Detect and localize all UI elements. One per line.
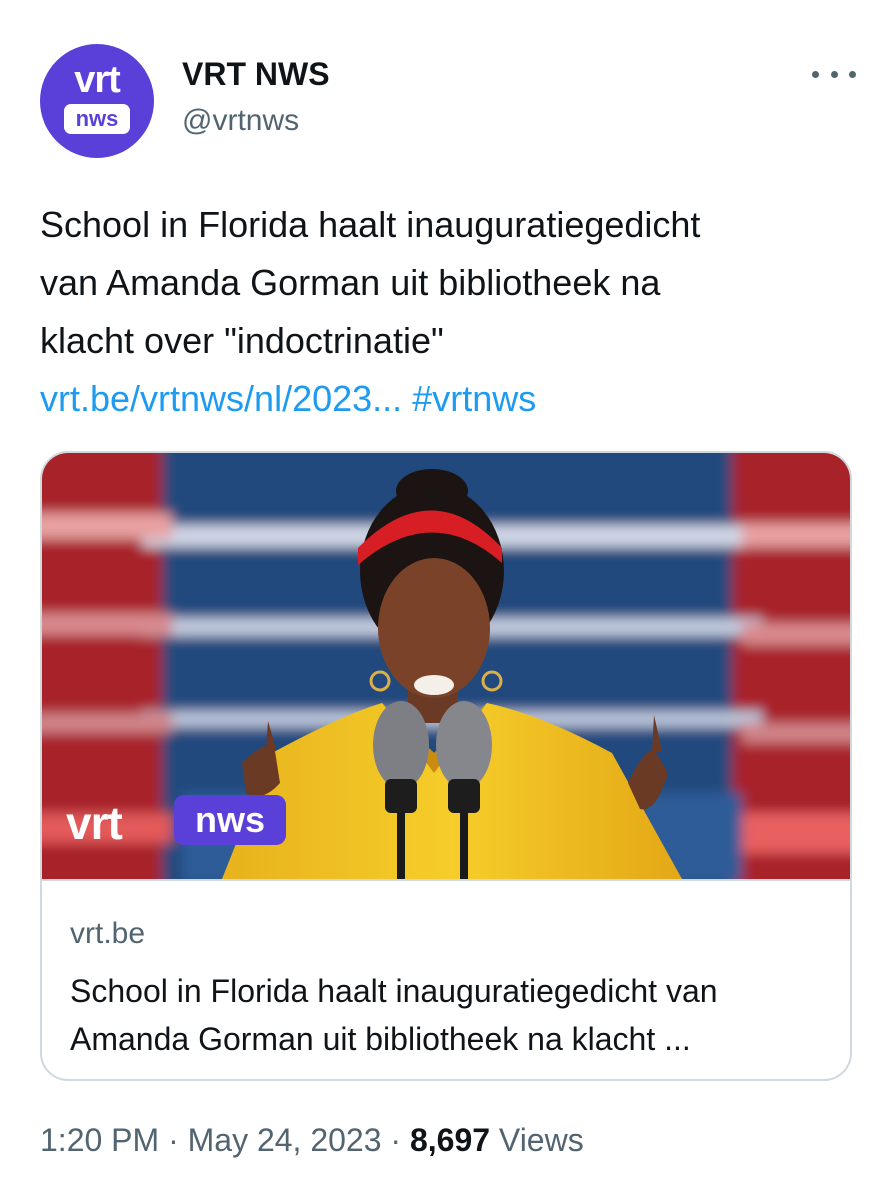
tweet: vrt nws VRT NWS @vrtnws School in Florid…: [0, 0, 894, 1200]
tweet-date[interactable]: May 24, 2023: [188, 1122, 382, 1158]
tweet-text-line: klacht over "indoctrinatie": [40, 320, 444, 361]
avatar[interactable]: vrt nws: [40, 44, 154, 158]
meta-separator: ·: [381, 1122, 410, 1158]
display-name[interactable]: VRT NWS: [182, 56, 330, 92]
card-photo: vrt nws: [42, 453, 850, 879]
vrt-nws-watermark: vrt nws: [66, 795, 286, 849]
tweet-text: School in Florida haalt inauguratiegedic…: [40, 196, 860, 428]
article-link[interactable]: vrt.be/vrtnws/nl/2023...: [40, 378, 402, 419]
views-count: 8,697: [409, 1122, 491, 1158]
card-title-line: School in Florida haalt inauguratiegedic…: [70, 973, 718, 1009]
more-options-icon[interactable]: [812, 62, 856, 86]
card-info[interactable]: vrt.be School in Florida haalt inaugurat…: [42, 879, 850, 1079]
tweet-text-line: van Amanda Gorman uit bibliotheek na: [40, 262, 661, 303]
card-image[interactable]: vrt nws: [42, 453, 850, 879]
tweet-text-line: School in Florida haalt inauguratiegedic…: [40, 204, 701, 245]
link-card[interactable]: vrt nws vrt.be School in Florida haalt i…: [40, 451, 852, 1081]
avatar-logo-vrt: vrt: [74, 59, 121, 101]
watermark-nws-text: nws: [195, 799, 265, 840]
hashtag-link[interactable]: #vrtnws: [412, 378, 536, 419]
tweet-links-line: vrt.be/vrtnws/nl/2023... #vrtnws: [40, 370, 860, 428]
card-title-line: Amanda Gorman uit bibliotheek na klacht …: [70, 1021, 691, 1057]
avatar-logo-nws: nws: [64, 104, 130, 134]
watermark-vrt-text: vrt: [66, 797, 122, 849]
card-domain: vrt.be: [70, 917, 146, 950]
views-label: Views: [498, 1122, 584, 1158]
more-dot: [830, 70, 838, 78]
meta-separator: ·: [159, 1122, 188, 1158]
tweet-time[interactable]: 1:20 PM: [40, 1122, 159, 1158]
more-dot: [849, 70, 856, 78]
user-handle[interactable]: @vrtnws: [182, 104, 299, 138]
card-title: School in Florida haalt inauguratiegedic…: [70, 967, 830, 1063]
more-dot: [812, 70, 819, 78]
tweet-meta: 1:20 PM · May 24, 2023 · 8,697 Views: [40, 1120, 584, 1160]
